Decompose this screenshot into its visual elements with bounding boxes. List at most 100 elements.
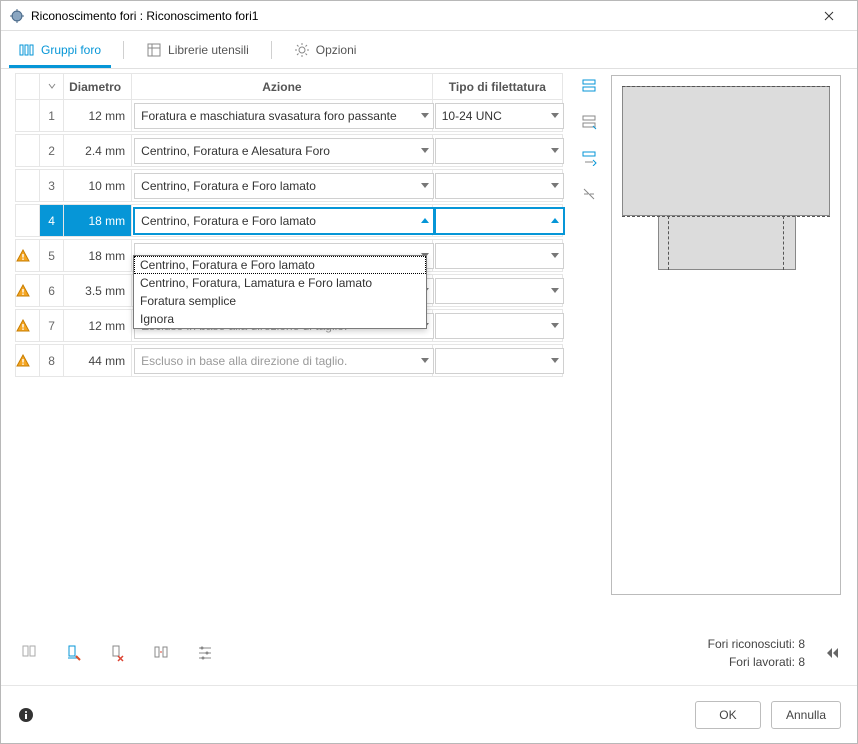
- dropdown-option[interactable]: Centrino, Foratura, Lamatura e Foro lama…: [134, 274, 426, 292]
- tab-separator: [123, 41, 124, 59]
- diameter-cell: 12 mm: [64, 100, 132, 132]
- diameter-cell: 18 mm: [64, 240, 132, 272]
- thread-combo[interactable]: [435, 138, 564, 164]
- chevron-down-icon: [421, 148, 429, 153]
- close-button[interactable]: [809, 2, 849, 30]
- tab-hole-groups[interactable]: Gruppi foro: [15, 31, 105, 68]
- table-row[interactable]: 310 mmCentrino, Foratura e Foro lamato: [16, 170, 563, 202]
- thread-combo[interactable]: [435, 313, 564, 339]
- dropdown-option[interactable]: Ignora: [134, 310, 426, 328]
- cancel-button[interactable]: Annulla: [771, 701, 841, 729]
- table-row[interactable]: 418 mmCentrino, Foratura e Foro lamato: [16, 205, 563, 237]
- header-action[interactable]: Azione: [132, 74, 433, 100]
- warning-cell: [16, 205, 40, 237]
- diameter-cell: 2.4 mm: [64, 135, 132, 167]
- tool-btn-split[interactable]: [147, 639, 175, 667]
- side-btn-2[interactable]: [578, 111, 600, 133]
- action-cell: Foratura e maschiatura svasatura foro pa…: [132, 100, 433, 132]
- thread-cell: [432, 170, 562, 202]
- info-icon[interactable]: [17, 706, 35, 724]
- chevron-down-icon: [551, 148, 559, 153]
- table-pane: Diametro Azione Tipo di filettatura 112 …: [1, 69, 571, 621]
- header-thread-type[interactable]: Tipo di filettatura: [432, 74, 562, 100]
- tab-separator: [271, 41, 272, 59]
- warning-cell: [16, 345, 40, 377]
- warning-cell: [16, 275, 40, 307]
- table-row[interactable]: 844 mmEscluso in base alla direzione di …: [16, 345, 563, 377]
- main-area: Diametro Azione Tipo di filettatura 112 …: [1, 69, 857, 621]
- tool-btn-remove[interactable]: [103, 639, 131, 667]
- footer: OK Annulla: [1, 685, 857, 743]
- action-combo[interactable]: Centrino, Foratura e Alesatura Foro: [134, 138, 434, 164]
- thread-combo[interactable]: [435, 173, 564, 199]
- chevron-down-icon: [551, 358, 559, 363]
- diameter-cell: 10 mm: [64, 170, 132, 202]
- preview-dashed-line: [783, 216, 784, 270]
- tab-tool-libraries[interactable]: Librerie utensili: [142, 31, 253, 68]
- recognized-value: 8: [798, 637, 805, 651]
- thread-combo[interactable]: [435, 278, 564, 304]
- preview-inner-shape: [658, 216, 796, 270]
- action-combo-text: Centrino, Foratura e Foro lamato: [141, 214, 417, 228]
- action-cell: Centrino, Foratura e Alesatura Foro: [132, 135, 433, 167]
- diameter-cell: 12 mm: [64, 310, 132, 342]
- diameter-cell: 44 mm: [64, 345, 132, 377]
- recognized-label: Fori riconosciuti:: [708, 637, 795, 651]
- header-diameter[interactable]: Diametro: [64, 74, 132, 100]
- rewind-button[interactable]: [821, 642, 843, 664]
- chevron-down-icon: [551, 113, 559, 118]
- row-number: 5: [40, 240, 64, 272]
- action-combo[interactable]: Escluso in base alla direzione di taglio…: [134, 348, 434, 374]
- preview-pane: [607, 69, 857, 621]
- row-number: 8: [40, 345, 64, 377]
- chevron-down-icon: [421, 113, 429, 118]
- action-combo-text: Centrino, Foratura e Foro lamato: [141, 179, 417, 193]
- holes-table: Diametro Azione Tipo di filettatura 112 …: [15, 73, 563, 380]
- tab-options[interactable]: Opzioni: [290, 31, 361, 68]
- action-combo[interactable]: Foratura e maschiatura svasatura foro pa…: [134, 103, 434, 129]
- thread-combo[interactable]: [435, 208, 564, 234]
- row-number: 7: [40, 310, 64, 342]
- preview-dashed-line: [622, 86, 830, 87]
- tool-btn-select[interactable]: [59, 639, 87, 667]
- action-combo-text: Centrino, Foratura e Alesatura Foro: [141, 144, 417, 158]
- chevron-down-icon: [551, 183, 559, 188]
- header-expand[interactable]: [40, 74, 64, 100]
- chevron-down-icon: [551, 288, 559, 293]
- tool-btn-group[interactable]: [15, 639, 43, 667]
- thread-combo[interactable]: [435, 243, 564, 269]
- thread-cell: [432, 345, 562, 377]
- tool-btn-settings[interactable]: [191, 639, 219, 667]
- action-combo[interactable]: Centrino, Foratura e Foro lamato: [134, 208, 434, 234]
- table-row[interactable]: 22.4 mmCentrino, Foratura e Alesatura Fo…: [16, 135, 563, 167]
- thread-combo-text: 10-24 UNC: [442, 109, 547, 123]
- side-btn-4[interactable]: [578, 183, 600, 205]
- thread-cell: [432, 240, 562, 272]
- thread-combo[interactable]: 10-24 UNC: [435, 103, 564, 129]
- libraries-icon: [146, 42, 162, 58]
- dropdown-option[interactable]: Centrino, Foratura e Foro lamato: [134, 256, 426, 274]
- action-dropdown-popup: Centrino, Foratura e Foro lamato Centrin…: [133, 255, 427, 329]
- side-btn-1[interactable]: [578, 75, 600, 97]
- warning-cell: [16, 135, 40, 167]
- chevron-down-icon: [551, 218, 559, 223]
- action-combo[interactable]: Centrino, Foratura e Foro lamato: [134, 173, 434, 199]
- preview-dashed-line: [668, 216, 669, 270]
- ok-button[interactable]: OK: [695, 701, 761, 729]
- titlebar: Riconoscimento fori : Riconoscimento for…: [1, 1, 857, 31]
- chevron-down-icon: [551, 323, 559, 328]
- warning-cell: [16, 240, 40, 272]
- tab-label: Librerie utensili: [168, 43, 249, 57]
- thread-cell: [432, 310, 562, 342]
- thread-combo[interactable]: [435, 348, 564, 374]
- side-btn-3[interactable]: [578, 147, 600, 169]
- diameter-cell: 3.5 mm: [64, 275, 132, 307]
- thread-cell: [432, 205, 562, 237]
- thread-cell: 10-24 UNC: [432, 100, 562, 132]
- row-number: 1: [40, 100, 64, 132]
- table-row[interactable]: 112 mmForatura e maschiatura svasatura f…: [16, 100, 563, 132]
- dialog-window: Riconoscimento fori : Riconoscimento for…: [0, 0, 858, 744]
- hole-groups-icon: [19, 42, 35, 58]
- dropdown-option[interactable]: Foratura semplice: [134, 292, 426, 310]
- machined-value: 8: [798, 655, 805, 669]
